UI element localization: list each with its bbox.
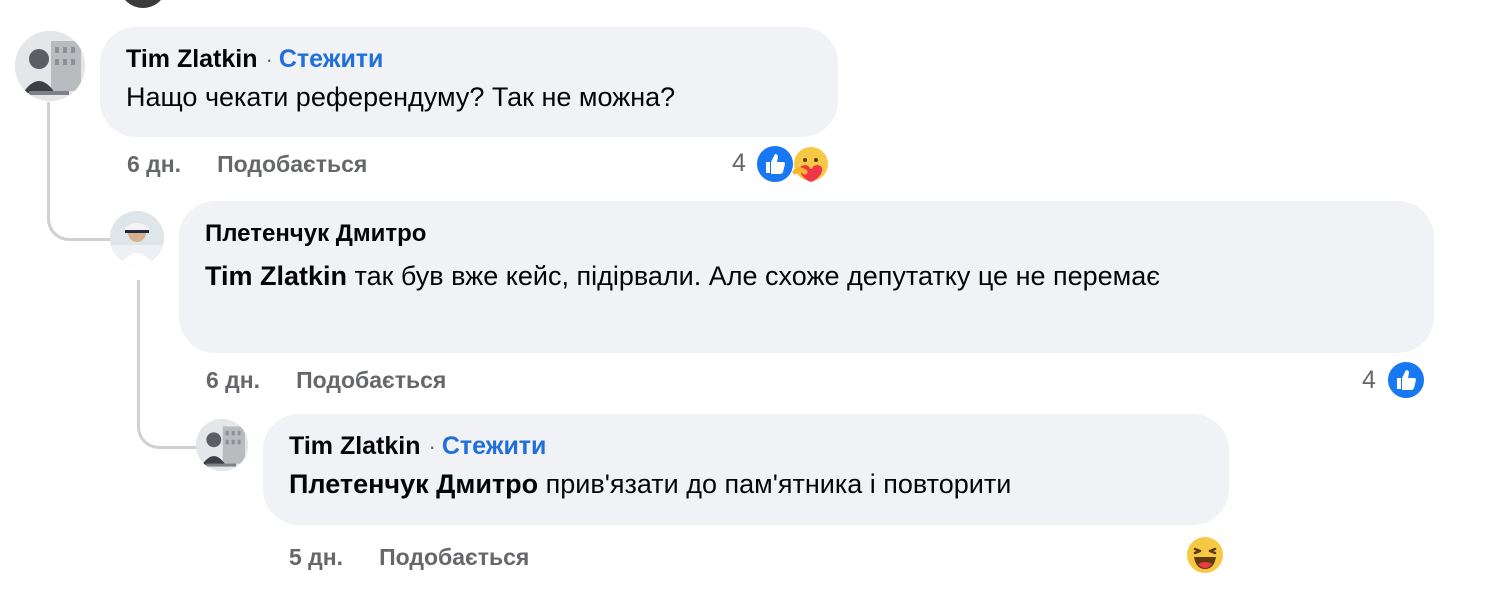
comment-body: так був вже кейс, підірвали. Але схоже д… bbox=[347, 261, 1161, 291]
mention-link[interactable]: Tim Zlatkin bbox=[205, 261, 347, 291]
comment-text: Tim Zlatkin так був вже кейс, підірвали.… bbox=[205, 257, 1408, 295]
follow-link[interactable]: Стежити bbox=[442, 432, 547, 460]
like-icon[interactable] bbox=[755, 144, 795, 184]
like-button[interactable]: Подобається bbox=[379, 544, 529, 570]
mention-link[interactable]: Плетенчук Дмитро bbox=[289, 469, 538, 499]
comment-actions: 6 дн. Подобається bbox=[206, 367, 446, 394]
like-button[interactable]: Подобається bbox=[217, 151, 367, 177]
comment-actions: 5 дн. Подобається bbox=[289, 544, 529, 571]
care-icon[interactable] bbox=[791, 144, 831, 184]
reaction-count[interactable]: 4 bbox=[1362, 366, 1376, 395]
separator-dot: · bbox=[265, 47, 273, 72]
comment-timestamp[interactable]: 5 дн. bbox=[289, 544, 343, 570]
comment-body: прив'язати до пам'ятника і повторити bbox=[538, 469, 1012, 499]
avatar-image bbox=[110, 211, 164, 265]
avatar-tim-zlatkin[interactable] bbox=[15, 31, 85, 101]
comment-text: Нащо чекати референдуму? Так не можна? bbox=[126, 82, 676, 112]
comment-header: Tim Zlatkin · Стежити bbox=[126, 44, 812, 74]
comment-bubble: Tim Zlatkin · Стежити Нащо чекати референд… bbox=[100, 27, 838, 137]
comment-actions: 6 дн. Подобається bbox=[127, 151, 367, 178]
like-button[interactable]: Подобається bbox=[296, 367, 446, 393]
comment-timestamp[interactable]: 6 дн. bbox=[206, 367, 260, 393]
like-icon[interactable] bbox=[1386, 360, 1426, 400]
comment-header: Tim Zlatkin · Стежити bbox=[289, 431, 1203, 461]
reaction-count[interactable]: 4 bbox=[732, 149, 746, 178]
comment-bubble: Плетенчук Дмитро Tim Zlatkin так був вже… bbox=[179, 201, 1434, 353]
haha-icon[interactable] bbox=[1185, 535, 1225, 575]
thread-line bbox=[47, 102, 114, 241]
avatar-partial[interactable] bbox=[119, 0, 167, 8]
comment-author[interactable]: Tim Zlatkin bbox=[289, 432, 421, 460]
comment-bubble: Tim Zlatkin · Стежити Плетенчук Дмитро при… bbox=[263, 414, 1229, 525]
follow-link[interactable]: Стежити bbox=[279, 45, 384, 73]
avatar-pletenchuk-dmytro[interactable] bbox=[110, 211, 164, 265]
separator-dot: · bbox=[428, 434, 436, 459]
comment-timestamp[interactable]: 6 дн. bbox=[127, 151, 181, 177]
avatar-image bbox=[196, 419, 248, 471]
comment-author[interactable]: Tim Zlatkin bbox=[126, 45, 258, 73]
comment-text: Плетенчук Дмитро прив'язати до пам'ятник… bbox=[289, 465, 1203, 503]
avatar-image bbox=[15, 31, 85, 101]
comment-author[interactable]: Плетенчук Дмитро bbox=[205, 219, 1408, 249]
avatar-tim-zlatkin[interactable] bbox=[196, 419, 248, 471]
